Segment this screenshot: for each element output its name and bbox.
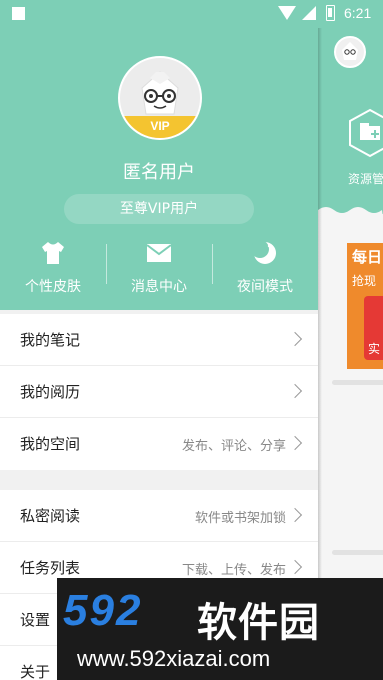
night-mode-label: 夜间模式 bbox=[237, 279, 293, 295]
menu-item-hint: 软件或书架加锁 bbox=[194, 511, 286, 526]
menu-item-label: 我的笔记 bbox=[20, 331, 81, 349]
vip-badge: VIP bbox=[120, 116, 200, 138]
moon-icon bbox=[252, 240, 276, 264]
peek-avatar[interactable] bbox=[334, 36, 366, 68]
placeholder-bar bbox=[332, 380, 383, 385]
promo-red-packet: 实 bbox=[364, 296, 383, 360]
menu-item-label: 关于 bbox=[20, 663, 51, 680]
wifi-icon bbox=[278, 6, 296, 20]
notification-icon bbox=[12, 7, 25, 20]
chevron-right-icon bbox=[287, 559, 303, 575]
night-mode-button[interactable]: 夜间模式 bbox=[212, 240, 318, 298]
chevron-right-icon bbox=[287, 507, 303, 523]
menu-item-hint: 下载、上传、发布 bbox=[181, 563, 286, 578]
tshirt-icon bbox=[42, 242, 64, 264]
message-center-button[interactable]: 消息中心 bbox=[106, 240, 212, 298]
peek-avatar-icon bbox=[342, 42, 358, 60]
username: 匿名用户 bbox=[123, 162, 195, 183]
avatar[interactable]: VIP bbox=[118, 56, 202, 140]
resource-manager-label: 资源管 bbox=[348, 172, 383, 186]
watermark-logo: 592 软件园 www.592xiazai.com bbox=[57, 578, 383, 680]
chevron-right-icon bbox=[287, 331, 303, 347]
envelope-icon bbox=[146, 244, 172, 262]
menu-item-notes[interactable]: 我的笔记 bbox=[0, 314, 318, 366]
battery-icon bbox=[326, 5, 335, 21]
menu-item-label: 任务列表 bbox=[20, 559, 81, 577]
watermark-brand-name: 软件园 bbox=[197, 600, 320, 646]
skin-label: 个性皮肤 bbox=[25, 279, 81, 295]
vip-status-button[interactable]: 至尊VIP用户 bbox=[64, 194, 254, 224]
menu-item-private-reading[interactable]: 私密阅读 软件或书架加锁 bbox=[0, 490, 318, 542]
message-center-label: 消息中心 bbox=[131, 279, 187, 295]
menu-item-label: 私密阅读 bbox=[20, 507, 81, 525]
skin-button[interactable]: 个性皮肤 bbox=[0, 240, 106, 298]
signal-icon bbox=[302, 6, 316, 20]
status-time: 6:21 bbox=[344, 5, 372, 21]
peek-header: 资源管 bbox=[318, 28, 383, 218]
menu-item-label: 我的阅历 bbox=[20, 383, 81, 401]
menu-item-history[interactable]: 我的阅历 bbox=[0, 366, 318, 418]
menu-item-space[interactable]: 我的空间 发布、评论、分享 bbox=[0, 418, 318, 470]
wave-divider bbox=[318, 207, 383, 218]
menu-item-hint: 发布、评论、分享 bbox=[181, 439, 286, 454]
chevron-right-icon bbox=[287, 383, 303, 399]
placeholder-bar bbox=[332, 550, 383, 555]
status-bar: 6:21 bbox=[0, 0, 383, 28]
promo-banner-subtitle: 抢现 bbox=[352, 274, 377, 288]
chevron-right-icon bbox=[287, 435, 303, 451]
watermark-url: www.592xiazai.com bbox=[77, 646, 271, 671]
watermark-brand-number: 592 bbox=[63, 586, 143, 635]
menu-item-label: 设置 bbox=[20, 611, 51, 629]
promo-banner-title: 每日 bbox=[352, 248, 383, 266]
promo-red-text: 实 bbox=[368, 342, 381, 356]
resource-manager-icon[interactable] bbox=[348, 108, 383, 158]
menu-group-personal: 我的笔记 我的阅历 我的空间 发布、评论、分享 bbox=[0, 314, 318, 470]
drawer-header: VIP 匿名用户 至尊VIP用户 个性皮肤 消息中心 夜间模式 bbox=[0, 28, 318, 310]
menu-item-label: 我的空间 bbox=[20, 435, 81, 453]
